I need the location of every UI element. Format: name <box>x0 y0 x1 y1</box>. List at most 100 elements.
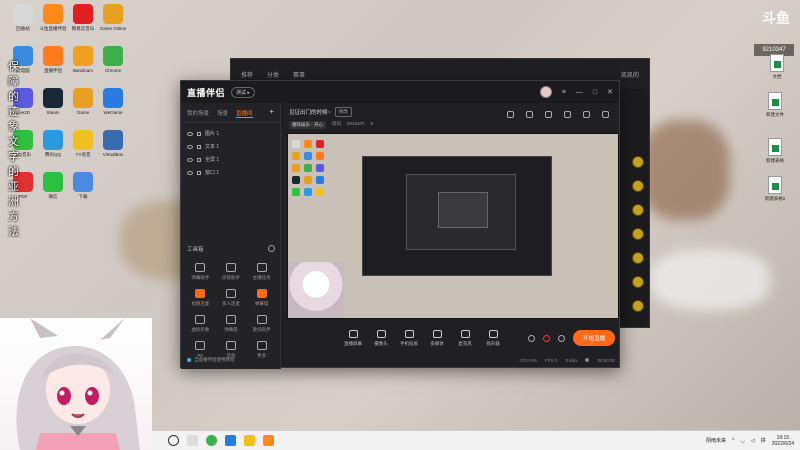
lock-icon[interactable] <box>197 157 201 162</box>
volume-icon[interactable]: ◁ <box>751 438 755 444</box>
source-row[interactable]: 图片 1 <box>181 127 280 140</box>
control-button[interactable]: 麦克风 <box>451 329 479 347</box>
desktop-icon[interactable]: 直播伴侣 <box>38 46 68 74</box>
chrome-taskbar-icon[interactable] <box>206 435 217 446</box>
desktop-icon[interactable]: Game <box>68 88 98 115</box>
tool-item[interactable]: 虚拟形象 <box>185 315 216 333</box>
doc-icon[interactable]: 新建表格 <box>760 138 790 164</box>
eye-icon[interactable] <box>187 144 193 149</box>
network-icon[interactable]: ◡ <box>741 438 745 444</box>
category-tag[interactable]: 趣味娱乐 · 开心 <box>289 121 326 129</box>
tool-item[interactable]: 多人连麦 <box>216 289 247 307</box>
user-avatar[interactable] <box>539 86 552 98</box>
yy-taskbar-icon[interactable] <box>244 435 255 446</box>
record-icon[interactable] <box>542 334 550 342</box>
chart-icon[interactable] <box>545 111 552 118</box>
control-button[interactable]: 手机投屏 <box>395 329 423 347</box>
badge-icon[interactable] <box>633 181 643 191</box>
clock[interactable]: 19:15 2022/6/24 <box>772 435 794 447</box>
desktop-icon[interactable]: 腾讯QQ <box>38 130 68 158</box>
tool-item[interactable]: 弹幕助手 <box>185 263 216 281</box>
doc-icon[interactable]: 新建表格2 <box>760 176 790 202</box>
back-tab-2[interactable]: 分类 <box>267 70 279 79</box>
edit-title-button[interactable]: 修改 <box>334 107 352 117</box>
source-row[interactable]: 全屏 1 <box>181 153 280 166</box>
settings-icon[interactable] <box>583 111 590 118</box>
desktop-icon[interactable]: 下载 <box>68 172 98 200</box>
stream-title[interactable]: 见证出门的时候~ <box>289 108 331 116</box>
left-footer[interactable]: 当直播伴侣使用教程 <box>187 357 235 363</box>
doc-icon[interactable]: 文档 <box>762 54 792 80</box>
tool-item[interactable]: 弹幕卷 <box>216 315 247 333</box>
source-row[interactable]: 窗口 1 <box>181 166 280 179</box>
tool-item[interactable]: 弹幕墙 <box>246 289 277 307</box>
wegame-taskbar-icon[interactable] <box>225 435 236 446</box>
back-tab-3[interactable]: 赛事 <box>293 70 305 79</box>
back-user-name[interactable]: 凯凯的 <box>621 70 639 79</box>
desktop-icon[interactable]: 回收站 <box>8 4 38 32</box>
doc-icon[interactable]: 新建文件 <box>760 92 790 118</box>
share-icon[interactable] <box>602 111 609 118</box>
shop-icon[interactable] <box>526 111 533 118</box>
badge-icon[interactable] <box>633 277 643 287</box>
tool-item[interactable]: 房管助手 <box>216 263 247 281</box>
minimize-icon[interactable]: — <box>576 89 583 96</box>
tool-item[interactable]: 视频连麦 <box>185 289 216 307</box>
eye-icon[interactable] <box>187 157 193 162</box>
settings-gear-icon[interactable] <box>557 334 565 342</box>
tab-scenes[interactable]: 场景 <box>217 109 228 118</box>
desktop-icon[interactable]: YY语音 <box>68 130 98 158</box>
bell-icon[interactable] <box>564 111 571 118</box>
tray-arrow-icon[interactable]: ^ <box>732 438 734 444</box>
more-icon[interactable] <box>268 245 275 252</box>
title-bar: 直播伴侣 测试 ▸ ≡ — □ ✕ <box>181 81 619 103</box>
camera-toggle-icon[interactable] <box>527 334 535 342</box>
badge-icon[interactable] <box>633 253 643 263</box>
eye-icon[interactable] <box>187 131 193 136</box>
gift-icon[interactable] <box>507 111 514 118</box>
start-live-button[interactable]: 开始直播 <box>572 330 615 346</box>
tool-item[interactable]: 歌词同步 <box>246 315 277 333</box>
desktop-icon[interactable]: Chrome <box>98 46 128 73</box>
start-icon[interactable] <box>168 435 179 446</box>
control-button[interactable]: 扬声器 <box>479 329 507 347</box>
maximize-icon[interactable]: □ <box>593 89 597 96</box>
desktop-icon[interactable]: Bandicam <box>68 46 98 73</box>
desktop-icon[interactable]: WeGame <box>98 88 128 115</box>
desktop-icon[interactable]: Steam <box>38 88 68 115</box>
tool-label: 虚拟形象 <box>191 327 210 332</box>
ime-indicator[interactable]: 拼 <box>761 437 766 444</box>
lock-icon[interactable] <box>197 131 201 136</box>
desktop-icon[interactable]: Game Online <box>98 4 128 31</box>
lock-icon[interactable] <box>197 144 201 149</box>
bitrate-status: 0 kb/s <box>565 357 578 363</box>
search-icon[interactable] <box>187 435 198 446</box>
close-icon[interactable]: ✕ <box>607 88 613 96</box>
desktop-icon[interactable]: VirtualBox <box>98 130 128 157</box>
tab-live-room[interactable]: 直播间 <box>236 109 253 118</box>
control-button[interactable]: 多媒体 <box>423 329 451 347</box>
badge-icon[interactable] <box>633 205 643 215</box>
badge-icon[interactable] <box>633 157 643 167</box>
douyu-taskbar-icon[interactable] <box>263 435 274 446</box>
desktop-icon[interactable]: 微信 <box>38 172 68 200</box>
desktop-icon[interactable]: 斗鱼直播伴侣 <box>38 4 68 32</box>
control-button[interactable]: 摄像头 <box>367 329 395 347</box>
add-source-icon[interactable]: + <box>269 108 274 118</box>
back-tab-1[interactable]: 推荐 <box>241 70 253 79</box>
control-button[interactable]: 直播屏幕 <box>339 329 367 347</box>
weather-status[interactable]: 阴雨未来 <box>706 437 726 444</box>
version-badge[interactable]: 测试 ▸ <box>231 86 255 98</box>
tool-item[interactable]: 主播任务 <box>246 263 277 281</box>
desktop-icon[interactable]: 网易云音乐 <box>68 4 98 32</box>
preview-app-icon <box>304 188 312 196</box>
badge-icon[interactable] <box>633 229 643 239</box>
lock-icon[interactable] <box>197 170 201 175</box>
source-row[interactable]: 文本 1 <box>181 140 280 153</box>
stream-preview[interactable] <box>287 133 619 319</box>
tab-my-scenes[interactable]: 我的场景 <box>187 109 209 118</box>
badge-icon[interactable] <box>633 301 643 311</box>
menu-icon[interactable]: ≡ <box>562 89 566 96</box>
tool-item[interactable]: 更多 <box>246 341 277 359</box>
eye-icon[interactable] <box>187 170 193 175</box>
